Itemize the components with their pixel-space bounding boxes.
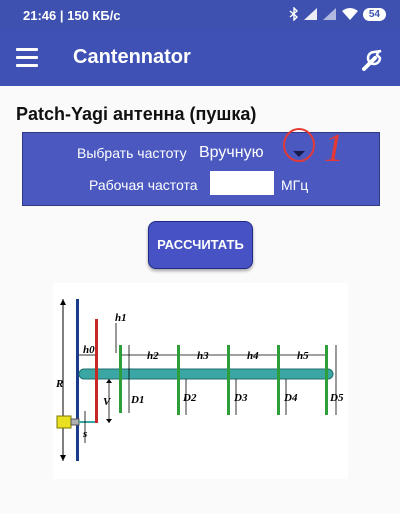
label-h0: h0 [83, 344, 95, 356]
page-title: Patch-Yagi антенна (пушка) [16, 104, 257, 124]
work-freq-label: Рабочая частота [89, 177, 198, 193]
label-R: R [55, 378, 63, 390]
calculate-button[interactable]: РАССЧИТАТЬ [148, 221, 253, 269]
freq-select-label: Выбрать частоту [77, 145, 187, 161]
status-icons: 54 [289, 7, 386, 21]
label-D4: D4 [283, 392, 298, 404]
label-D3: D3 [233, 392, 248, 404]
annotation-mark: 1 [283, 125, 344, 170]
annotation-number: 1 [324, 125, 344, 170]
wifi-icon [341, 8, 358, 20]
wrench-icon[interactable] [358, 44, 388, 74]
antenna-diagram: R s V h0 h1 D1 h2 D2 h3 D3 h4 D4 h5 D5 [53, 283, 348, 479]
label-V: V [103, 396, 112, 408]
freq-select-value: Вручную [199, 144, 264, 161]
app-title: Cantennator [73, 46, 191, 68]
work-freq-unit: МГц [281, 177, 309, 193]
label-h4: h4 [247, 350, 259, 362]
antenna-diagram-svg: R s V h0 h1 D1 h2 D2 h3 D3 h4 D4 h5 D5 [55, 299, 344, 461]
label-D2: D2 [182, 392, 197, 404]
status-bar: 21:46 | 150 КБ/с 54 [0, 0, 400, 30]
battery-indicator: 54 [362, 7, 386, 21]
app-bar: Cantennator [0, 30, 400, 86]
label-h2: h2 [147, 350, 159, 362]
label-h1: h1 [115, 312, 127, 324]
signal-icon [322, 8, 336, 20]
label-s: s [82, 428, 87, 440]
work-freq-input[interactable] [210, 171, 274, 195]
hamburger-menu-icon[interactable] [16, 48, 38, 68]
label-D1: D1 [130, 394, 144, 406]
bluetooth-icon [289, 7, 298, 21]
label-D5: D5 [329, 392, 344, 404]
status-time-speed: 21:46 | 150 КБ/с [23, 8, 121, 23]
label-h5: h5 [297, 350, 309, 362]
signal-icon [303, 8, 317, 20]
label-h3: h3 [197, 350, 209, 362]
